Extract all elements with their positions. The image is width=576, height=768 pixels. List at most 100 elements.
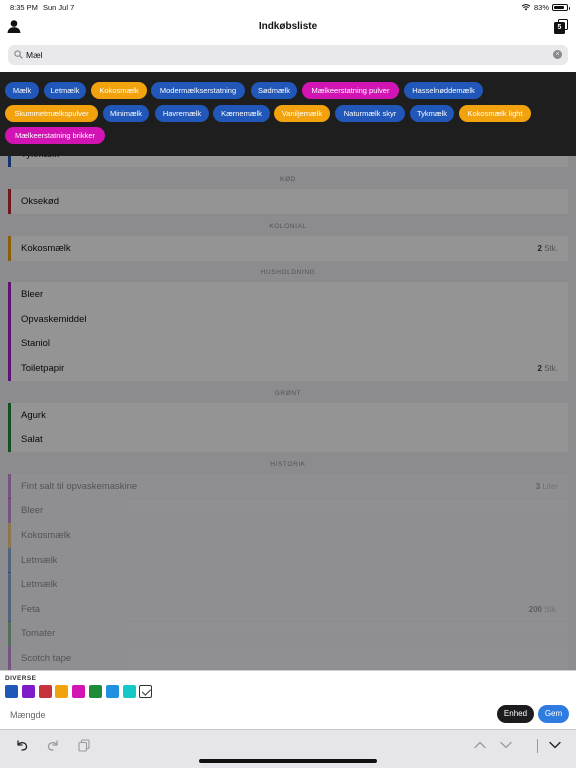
suggestion-chip[interactable]: Minimælk (103, 105, 149, 122)
item-name: Bleer (21, 505, 44, 517)
item-name: Kokosmælk (21, 530, 71, 541)
suggestion-chip[interactable]: Skummetmælkspulver (5, 105, 98, 122)
list-item[interactable]: Bleer (8, 498, 568, 524)
list-item[interactable]: Tomater (8, 621, 568, 647)
color-swatch-selected[interactable] (139, 685, 153, 698)
item-name: Agurk (21, 409, 46, 421)
item-name: Opvaskemiddel (21, 313, 87, 325)
list-item[interactable]: Fint salt til opvaskemaskine 3 Liter (8, 473, 568, 499)
item-quantity: 3 Liter (536, 482, 558, 491)
category-color-bar (8, 402, 11, 428)
list-item[interactable]: Staniol (8, 331, 568, 357)
item-name: Tomater (21, 628, 56, 640)
suggestion-chip[interactable]: Letmælk (44, 82, 86, 99)
color-swatch[interactable] (89, 685, 102, 698)
suggestion-chip[interactable]: Hasselnøddemælk (404, 82, 483, 99)
list-item[interactable]: Bleer (8, 282, 568, 308)
quantity-unit: Stk. (544, 604, 558, 614)
list-item[interactable]: Kokosmælk (8, 523, 568, 548)
suggestion-chip[interactable]: Modermælkserstatning (151, 82, 245, 99)
category-color-bar (8, 473, 11, 499)
suggestion-chip[interactable]: Mælkeerstatning brikker (5, 127, 105, 144)
item-name: Salat (21, 434, 43, 446)
nav-bar: Indkøbsliste 5 (0, 14, 576, 40)
lists-button[interactable]: 5 (554, 19, 568, 34)
color-swatch[interactable] (122, 685, 136, 698)
list-item[interactable]: Letmælk (8, 547, 568, 573)
suggestion-chip[interactable]: Kokosmælk (91, 82, 147, 99)
quantity-value: 2 (537, 243, 542, 253)
item-name: Kokosmælk (21, 242, 71, 254)
item-name: Letmælk (21, 554, 58, 566)
suggestion-chip[interactable]: Naturmælk skyr (335, 105, 405, 122)
category-label: DIVERSE (5, 675, 37, 682)
category-color-bar (8, 547, 11, 573)
suggestion-chip[interactable]: Vaniljemælk (274, 105, 330, 122)
category-color-bar (8, 498, 11, 524)
category-color-bar (8, 189, 11, 214)
search-bar[interactable]: × (8, 45, 568, 65)
item-name: Fint salt til opvaskemaskine (21, 480, 138, 492)
search-input[interactable] (26, 47, 546, 63)
wifi-icon (521, 4, 531, 11)
category-color-bar (8, 596, 11, 622)
redo-icon[interactable] (46, 738, 60, 752)
list-item[interactable]: Letmælk (8, 572, 568, 598)
category-color-bar (8, 572, 11, 598)
suggestion-chip[interactable]: Kærnemælk (213, 105, 270, 122)
clear-search-icon[interactable]: × (553, 50, 562, 59)
color-swatch[interactable] (5, 685, 18, 698)
list-item[interactable]: Toiletpapir 2 Stk. (8, 356, 568, 381)
item-quantity: 2 Stk. (538, 244, 558, 253)
category-color-bar (8, 523, 11, 548)
save-button[interactable]: Gem (538, 705, 569, 723)
chevron-down-icon[interactable] (499, 738, 513, 752)
color-swatch[interactable] (38, 685, 52, 698)
quantity-unit: Stk. (544, 243, 558, 253)
suggestion-chip[interactable]: Mælk (5, 82, 39, 99)
status-bar: 8:35 PM Sun Jul 7 83% (0, 0, 576, 14)
section-header: HISTORIK (270, 460, 306, 468)
list-item[interactable]: Oksekød (8, 189, 568, 214)
battery-fill (554, 6, 564, 9)
suggestion-chip[interactable]: Havremælk (155, 105, 209, 122)
item-name: Letmælk (21, 579, 58, 591)
color-swatch[interactable] (72, 685, 86, 698)
suggestion-chip[interactable]: Sødmælk (251, 82, 297, 99)
list-item[interactable]: Opvaskemiddel (8, 306, 568, 332)
category-color-bar (8, 306, 11, 332)
dismiss-keyboard-icon[interactable] (548, 738, 562, 752)
color-swatch[interactable] (21, 685, 35, 698)
color-swatch[interactable] (55, 685, 69, 698)
category-color-bar (8, 331, 11, 357)
chevron-up-icon[interactable] (473, 738, 487, 752)
suggestion-chip[interactable]: Mælkeerstatning pulver (302, 82, 399, 99)
list-item[interactable]: Salat (8, 427, 568, 453)
home-indicator (199, 759, 377, 763)
suggestion-chip[interactable]: Tykmælk (410, 105, 454, 122)
battery-percent: 83% (533, 3, 549, 12)
toolbar-divider (537, 739, 538, 753)
quantity-value: 2 (537, 364, 542, 373)
suggestion-chip[interactable]: Kokosmælk light (459, 105, 531, 122)
category-color-bar (8, 646, 11, 670)
section-header: HUSHOLDNING (260, 269, 316, 277)
item-name: Oksekød (21, 196, 60, 207)
list-item[interactable]: Scotch tape (8, 646, 568, 670)
quantity-unit: Liter (542, 481, 558, 491)
section-header: GRØNT (274, 389, 302, 397)
item-editor: DIVERSE Enhed Gem (0, 670, 576, 729)
color-swatch[interactable] (105, 685, 119, 698)
duplicate-icon[interactable] (77, 738, 91, 752)
unit-button[interactable]: Enhed (497, 705, 534, 723)
undo-icon[interactable] (15, 738, 29, 752)
page-title: Indkøbsliste (258, 21, 318, 32)
category-color-bar (8, 356, 11, 381)
category-color-bar (8, 282, 11, 308)
list-item[interactable]: Feta 200 Stk. (8, 596, 568, 622)
amount-input[interactable] (10, 708, 310, 722)
shopping-list[interactable]: Tykmælk KØD Oksekød KOLONIAL Kokosmælk 2 Stk.… (0, 72, 576, 670)
item-name: Staniol (21, 338, 51, 350)
list-item[interactable]: Kokosmælk 2 Stk. (8, 235, 568, 261)
list-item[interactable]: Agurk (8, 402, 568, 428)
